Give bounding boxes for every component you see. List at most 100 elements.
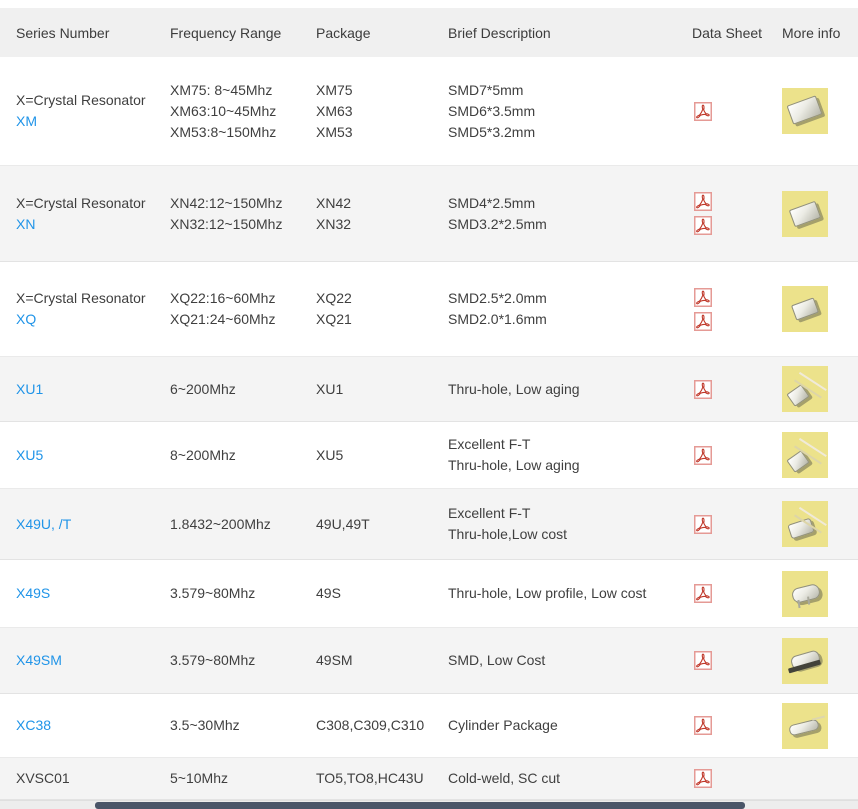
series-link[interactable]: XC38 — [16, 715, 170, 736]
package-cell: XQ22XQ21 — [316, 288, 448, 330]
pdf-icon — [694, 102, 712, 121]
frequency-line: 3.579~80Mhz — [170, 650, 316, 671]
pdf-icon — [694, 192, 712, 211]
package-cell: 49S — [316, 583, 448, 604]
description-line: Thru-hole, Low aging — [448, 379, 692, 400]
series-link[interactable]: XU5 — [16, 445, 170, 466]
datasheet-pdf-link[interactable] — [694, 312, 712, 331]
description-line: SMD4*2.5mm — [448, 193, 692, 214]
series-link[interactable]: XM — [16, 111, 170, 132]
description-cell: SMD7*5mmSMD6*3.5mmSMD5*3.2mm — [448, 80, 692, 143]
datasheet-pdf-link[interactable] — [694, 102, 712, 121]
series-number-cell: XC38 — [16, 715, 170, 736]
series-link[interactable]: X49SM — [16, 650, 170, 671]
series-prefix: X=Crystal Resonator — [16, 288, 170, 309]
series-link[interactable]: XQ — [16, 309, 170, 330]
datasheet-pdf-link[interactable] — [694, 651, 712, 670]
product-photo[interactable] — [782, 432, 828, 478]
frequency-line: XQ22:16~60Mhz — [170, 288, 316, 309]
datasheet-pdf-link[interactable] — [694, 380, 712, 399]
frequency-line: 1.8432~200Mhz — [170, 514, 316, 535]
datasheet-pdf-link[interactable] — [694, 192, 712, 211]
description-line: SMD2.5*2.0mm — [448, 288, 692, 309]
description-cell: Excellent F-TThru-hole,Low cost — [448, 503, 692, 545]
package-line: XU1 — [316, 379, 448, 400]
product-photo[interactable] — [782, 501, 828, 547]
series-link[interactable]: X49U, /T — [16, 514, 170, 535]
pdf-icon — [694, 312, 712, 331]
frequency-cell: 6~200Mhz — [170, 379, 316, 400]
package-cell: XU5 — [316, 445, 448, 466]
product-photo[interactable] — [782, 191, 828, 237]
datasheet-cell — [692, 380, 782, 399]
product-photo[interactable] — [782, 286, 828, 332]
package-line: XN32 — [316, 214, 448, 235]
datasheet-pdf-link[interactable] — [694, 515, 712, 534]
description-line: Cold-weld, SC cut — [448, 768, 692, 789]
frequency-line: XN42:12~150Mhz — [170, 193, 316, 214]
frequency-cell: 3.579~80Mhz — [170, 650, 316, 671]
scrollbar-thumb[interactable] — [95, 802, 745, 809]
datasheet-cell — [692, 716, 782, 735]
product-photo[interactable] — [782, 571, 828, 617]
package-line: XM75 — [316, 80, 448, 101]
more-info-cell — [782, 286, 858, 332]
pdf-icon — [694, 216, 712, 235]
package-cell: C308,C309,C310 — [316, 715, 448, 736]
description-cell: Thru-hole, Low profile, Low cost — [448, 583, 692, 604]
datasheet-pdf-link[interactable] — [694, 716, 712, 735]
description-cell: Cold-weld, SC cut — [448, 768, 692, 789]
product-photo[interactable] — [782, 88, 828, 134]
column-header-data-sheet: Data Sheet — [692, 25, 782, 41]
frequency-cell: 5~10Mhz — [170, 768, 316, 789]
package-cell: XU1 — [316, 379, 448, 400]
table-row: X49SM 3.579~80Mhz 49SM SMD, Low Cost — [0, 628, 858, 694]
product-photo[interactable] — [782, 638, 828, 684]
package-line: C308,C309,C310 — [316, 715, 448, 736]
more-info-cell — [782, 432, 858, 478]
more-info-cell — [782, 501, 858, 547]
description-line: SMD2.0*1.6mm — [448, 309, 692, 330]
datasheet-pdf-link[interactable] — [694, 446, 712, 465]
product-photo[interactable] — [782, 366, 828, 412]
frequency-line: XQ21:24~60Mhz — [170, 309, 316, 330]
frequency-line: XM63:10~45Mhz — [170, 101, 316, 122]
series-link[interactable]: XN — [16, 214, 170, 235]
datasheet-pdf-link[interactable] — [694, 584, 712, 603]
horizontal-scrollbar[interactable] — [0, 800, 858, 809]
column-header-more-info: More info — [782, 25, 858, 41]
table-row: X=Crystal Resonator XQ XQ22:16~60MhzXQ21… — [0, 262, 858, 357]
datasheet-pdf-link[interactable] — [694, 288, 712, 307]
series-prefix: X=Crystal Resonator — [16, 193, 170, 214]
datasheet-cell — [692, 192, 782, 235]
package-line: 49S — [316, 583, 448, 604]
more-info-cell — [782, 191, 858, 237]
package-line: TO5,TO8,HC43U — [316, 768, 448, 789]
more-info-cell — [782, 88, 858, 134]
datasheet-cell — [692, 102, 782, 121]
column-header-series-number: Series Number — [16, 25, 170, 41]
series-prefix: XVSC01 — [16, 768, 170, 789]
pdf-icon — [694, 515, 712, 534]
package-line: XU5 — [316, 445, 448, 466]
table-body: X=Crystal Resonator XM XM75: 8~45MhzXM63… — [0, 57, 858, 800]
series-number-cell: X=Crystal Resonator XQ — [16, 288, 170, 330]
table-row: XC38 3.5~30Mhz C308,C309,C310 Cylinder P… — [0, 694, 858, 758]
package-line: XQ22 — [316, 288, 448, 309]
series-link[interactable]: X49S — [16, 583, 170, 604]
datasheet-cell — [692, 288, 782, 331]
datasheet-pdf-link[interactable] — [694, 216, 712, 235]
datasheet-cell — [692, 515, 782, 534]
pdf-icon — [694, 380, 712, 399]
description-line: Thru-hole, Low profile, Low cost — [448, 583, 692, 604]
table-row: XU1 6~200Mhz XU1 Thru-hole, Low aging — [0, 357, 858, 422]
frequency-cell: XM75: 8~45MhzXM63:10~45MhzXM53:8~150Mhz — [170, 80, 316, 143]
more-info-cell — [782, 366, 858, 412]
more-info-cell — [782, 571, 858, 617]
series-link[interactable]: XU1 — [16, 379, 170, 400]
datasheet-pdf-link[interactable] — [694, 769, 712, 788]
pdf-icon — [694, 651, 712, 670]
table-row: X=Crystal Resonator XM XM75: 8~45MhzXM63… — [0, 57, 858, 166]
product-photo[interactable] — [782, 703, 828, 749]
package-cell: 49SM — [316, 650, 448, 671]
